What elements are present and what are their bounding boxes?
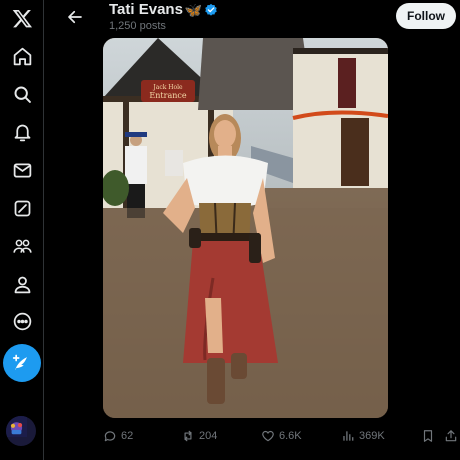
x-logo-icon[interactable] bbox=[4, 0, 40, 36]
views-count: 369K bbox=[359, 430, 385, 442]
share-button[interactable] bbox=[444, 429, 458, 443]
messages-icon[interactable] bbox=[4, 152, 40, 188]
views-button[interactable]: 369K bbox=[341, 429, 385, 443]
reply-count: 62 bbox=[121, 430, 134, 442]
arrow-left-icon bbox=[68, 10, 82, 24]
repost-icon bbox=[184, 430, 192, 442]
more-icon[interactable] bbox=[4, 303, 40, 339]
sign-text-line1: Jack Hole bbox=[152, 84, 183, 91]
like-button[interactable]: 6.6K bbox=[261, 429, 302, 443]
back-button[interactable] bbox=[61, 3, 89, 31]
like-count: 6.6K bbox=[279, 430, 302, 442]
app-root: Tati Evans 🦋 1,250 posts Follow Jack Hol… bbox=[0, 0, 460, 460]
account-avatar[interactable] bbox=[6, 416, 36, 446]
bookmark-icon bbox=[423, 430, 433, 442]
profile-name-row: Tati Evans 🦋 bbox=[109, 1, 218, 18]
feather-plus-icon bbox=[12, 354, 27, 370]
left-nav bbox=[0, 0, 44, 460]
analytics-icon bbox=[343, 431, 354, 441]
post-media-image[interactable]: Jack Hole Entrance bbox=[103, 38, 388, 418]
home-icon[interactable] bbox=[4, 38, 40, 74]
butterfly-emoji: 🦋 bbox=[184, 1, 203, 18]
explore-icon[interactable] bbox=[4, 76, 40, 112]
bookmark-button[interactable] bbox=[421, 429, 435, 443]
profile-icon[interactable] bbox=[4, 266, 40, 302]
repost-count: 204 bbox=[199, 430, 218, 442]
post-count: 1,250 posts bbox=[109, 20, 166, 32]
post-action-bar: 62 204 6.6K 369K bbox=[103, 425, 460, 447]
reply-icon bbox=[104, 431, 116, 442]
sign-text-line2: Entrance bbox=[149, 91, 186, 100]
communities-icon[interactable] bbox=[4, 228, 40, 264]
follow-button[interactable]: Follow bbox=[396, 3, 456, 29]
notifications-icon[interactable] bbox=[4, 114, 40, 150]
reply-button[interactable]: 62 bbox=[103, 429, 133, 443]
profile-name: Tati Evans bbox=[109, 1, 183, 18]
compose-post-button[interactable] bbox=[3, 344, 41, 382]
profile-header: Tati Evans 🦋 1,250 posts Follow bbox=[45, 0, 460, 34]
photo-scene: Jack Hole Entrance bbox=[103, 38, 388, 418]
verified-badge-icon bbox=[204, 3, 218, 17]
heart-icon bbox=[262, 430, 274, 442]
repost-button[interactable]: 204 bbox=[181, 429, 217, 443]
grok-icon[interactable] bbox=[4, 190, 40, 226]
share-icon bbox=[445, 430, 457, 442]
